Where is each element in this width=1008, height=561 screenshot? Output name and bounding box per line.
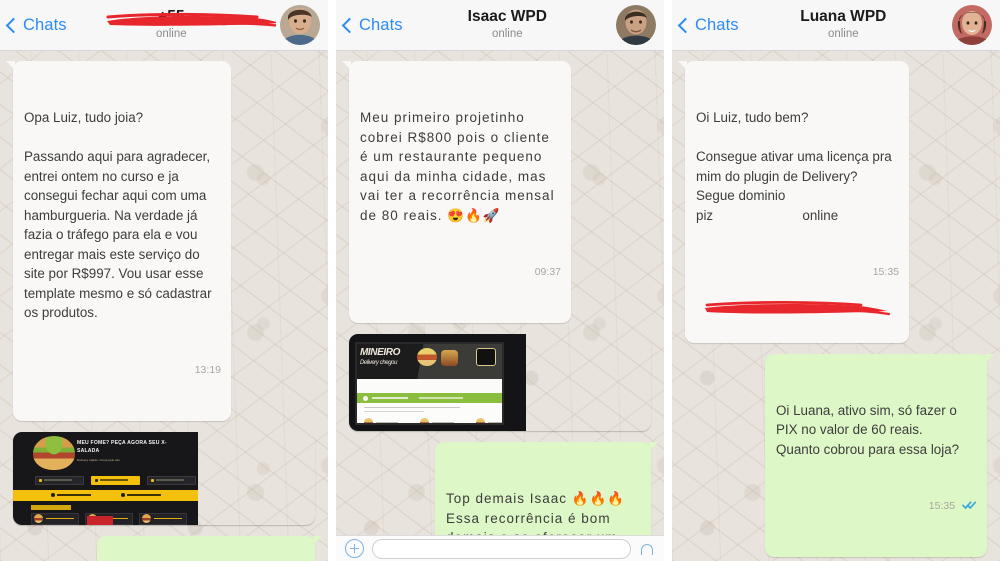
burger-illustration	[33, 435, 75, 470]
message-text: Oi Luiz, tudo bem? Consegue ativar uma l…	[696, 110, 892, 223]
photo-green-bar	[357, 393, 502, 403]
message-input[interactable]	[372, 538, 631, 559]
chat-status-1: online	[155, 28, 187, 40]
chat-status-3: online	[827, 28, 859, 40]
chat-header-2: Chats Isaac WPD online	[336, 0, 664, 51]
back-to-chats-button-2[interactable]: Chats	[341, 15, 403, 35]
contact-avatar-2[interactable]	[616, 5, 656, 45]
shot-button-primary	[91, 475, 140, 485]
chat-title-2: Isaac WPD	[467, 8, 547, 25]
chat-title-1: +55	[158, 8, 185, 25]
chat-title-block-1[interactable]: +55 online	[67, 8, 276, 42]
shot-button	[35, 475, 84, 485]
message-meta: 13:19	[24, 363, 221, 378]
message-list-2: Meu primeiro projetinho cobrei R$800 poi…	[342, 61, 658, 561]
message-time: 15:35	[928, 500, 956, 512]
message-image-bubble[interactable]: MINEIRO Delivery chegou	[349, 334, 651, 431]
photo-logo-text: MINEIRO Delivery chegou	[360, 347, 400, 366]
back-label-3: Chats	[695, 15, 739, 34]
message-time: 09:37	[534, 266, 561, 278]
shot-yellow-band	[13, 489, 198, 501]
microphone-icon[interactable]	[639, 540, 655, 558]
chat-panel-2: Chats Isaac WPD online Meu primeiro proj…	[336, 0, 664, 561]
monitor-food-website-photo: MINEIRO Delivery chegou	[349, 334, 526, 431]
message-text: Opa Luiz, tudo joia? Passando aqui para …	[24, 110, 212, 320]
attach-plus-icon[interactable]	[345, 539, 364, 558]
message-image-bubble[interactable]: MEU FOME? PEÇA AGORA SEU X-SALADA Delive…	[13, 431, 315, 525]
chat-title-block-3[interactable]: Luana WPD online	[739, 8, 948, 42]
chat-title-block-2[interactable]: Isaac WPD online	[403, 8, 612, 42]
shot-subline: Delivery rápido • Peça pelo site	[77, 457, 120, 462]
message-time: 15:35	[872, 266, 899, 278]
panel-divider-2	[664, 0, 672, 561]
chat-header-1: Chats +55 online	[0, 0, 328, 51]
panel-divider-1	[328, 0, 336, 561]
redaction-marker-domain	[705, 300, 891, 315]
chevron-left-icon	[677, 17, 694, 33]
message-text: Oi Luana, ativo sim, só fazer o PIX no v…	[776, 402, 960, 457]
message-list-3: Oi Luiz, tudo bem? Consegue ativar uma l…	[678, 61, 994, 561]
photo-hero: MINEIRO Delivery chegou	[357, 344, 502, 379]
burger-website-screenshot: MEU FOME? PEÇA AGORA SEU X-SALADA Delive…	[13, 431, 198, 525]
chat-header-3: Chats Luana WPD online	[672, 0, 1000, 51]
shot-buttons	[35, 475, 196, 485]
shot-button	[147, 475, 196, 485]
message-bubble[interactable]: Oi Luiz, tudo bem? Consegue ativar uma l…	[678, 61, 909, 343]
chat-panel-1: Chats +55 online Opa Luiz, tudo joia? Pa…	[0, 0, 328, 561]
contact-avatar-3[interactable]	[952, 5, 992, 45]
chat-panel-3: Chats Luana WPD online Oi Luiz, tudo bem…	[672, 0, 1000, 561]
shot-section-tag	[31, 504, 71, 510]
chat-status-2: online	[491, 28, 523, 40]
contact-avatar-1[interactable]	[280, 5, 320, 45]
message-composer-2[interactable]	[336, 535, 664, 561]
message-bubble[interactable]: Oi Luana, ativo sim, só fazer o PIX no v…	[765, 353, 994, 557]
chat-body-3[interactable]: Oi Luiz, tudo bem? Consegue ativar uma l…	[672, 51, 1000, 561]
chevron-left-icon	[341, 17, 358, 33]
chat-body-2[interactable]: Meu primeiro projetinho cobrei R$800 poi…	[336, 51, 664, 561]
message-meta: 09:37	[360, 265, 561, 280]
message-meta: 15:35	[696, 265, 899, 280]
back-label-1: Chats	[23, 15, 67, 34]
three-chat-screenshots: Chats +55 online Opa Luiz, tudo joia? Pa…	[0, 0, 1008, 561]
chat-body-1[interactable]: Opa Luiz, tudo joia? Passando aqui para …	[0, 51, 328, 561]
message-meta: 15:35	[776, 499, 977, 514]
chevron-left-icon	[5, 17, 22, 33]
back-to-chats-button-3[interactable]: Chats	[677, 15, 739, 35]
read-receipt-icon	[962, 500, 977, 515]
message-bubble[interactable]: Boaaaa Claudio 🚀😍 agora ainda dá pra ter…	[97, 535, 322, 561]
message-text: Meu primeiro projetinho cobrei R$800 poi…	[360, 110, 560, 223]
message-bubble[interactable]: Meu primeiro projetinho cobrei R$800 poi…	[342, 61, 571, 323]
shot-headline: MEU FOME? PEÇA AGORA SEU X-SALADA	[77, 439, 167, 454]
back-label-2: Chats	[359, 15, 403, 34]
message-bubble[interactable]: Opa Luiz, tudo joia? Passando aqui para …	[6, 61, 231, 421]
shot-red-accent	[87, 515, 113, 525]
chat-title-3: Luana WPD	[800, 8, 887, 25]
message-list-1: Opa Luiz, tudo joia? Passando aqui para …	[6, 61, 322, 561]
back-to-chats-button-1[interactable]: Chats	[5, 15, 67, 35]
message-time: 13:19	[194, 363, 221, 376]
